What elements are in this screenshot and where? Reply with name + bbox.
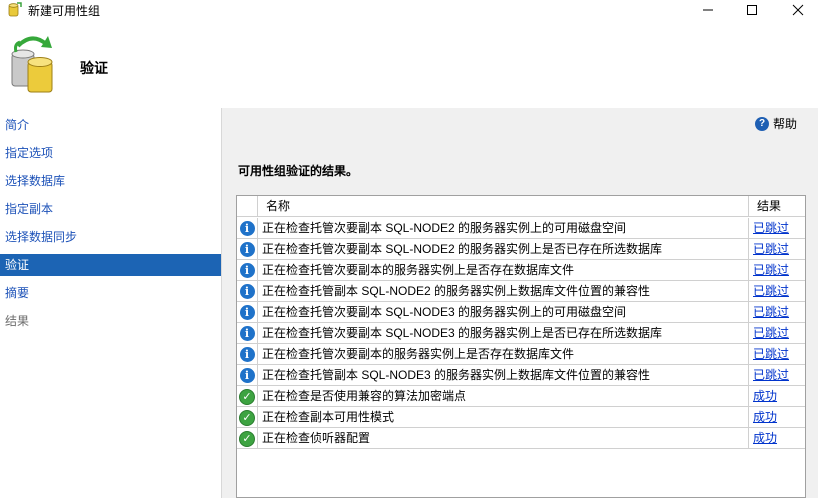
result-link[interactable]: 已跳过 xyxy=(753,305,789,319)
result-link[interactable]: 已跳过 xyxy=(753,284,789,298)
table-row[interactable]: ✓ 正在检查侦听器配置 成功 xyxy=(237,428,805,449)
success-check-icon: ✓ xyxy=(239,409,255,426)
result-link[interactable]: 已跳过 xyxy=(753,368,789,382)
info-cell: i xyxy=(237,281,258,302)
result-cell: 已跳过 xyxy=(750,239,805,260)
table-row[interactable]: ✓ 正在检查副本可用性模式 成功 xyxy=(237,407,805,428)
table-row[interactable]: i 正在检查托管次要副本 SQL-NODE3 的服务器实例上的可用磁盘空间 已跳… xyxy=(237,302,805,323)
result-link[interactable]: 已跳过 xyxy=(753,326,789,340)
result-cell: 已跳过 xyxy=(750,218,805,239)
nav-item-introduction[interactable]: 简介 xyxy=(0,114,221,136)
result-cell: 已跳过 xyxy=(750,302,805,323)
minimize-button[interactable] xyxy=(688,0,728,20)
info-icon: i xyxy=(239,221,255,236)
result-cell: 成功 xyxy=(750,407,805,428)
maximize-button[interactable] xyxy=(732,0,772,20)
help-icon: ? xyxy=(755,116,769,131)
success-cell: ✓ xyxy=(237,386,258,407)
success-check-icon: ✓ xyxy=(239,388,255,405)
check-name: 正在检查托管次要副本的服务器实例上是否存在数据库文件 xyxy=(259,260,749,281)
result-cell: 已跳过 xyxy=(750,260,805,281)
help-link[interactable]: ? 帮助 xyxy=(755,115,797,132)
info-cell: i xyxy=(237,344,258,365)
database-refresh-icon xyxy=(11,36,53,93)
info-icon: i xyxy=(239,242,255,257)
success-cell: ✓ xyxy=(237,407,258,428)
minimize-icon xyxy=(703,9,713,11)
result-link[interactable]: 成功 xyxy=(753,431,777,445)
content-pane: ? 帮助 可用性组验证的结果。 名称 结果 i 正在检查托管次要副本 SQL-N… xyxy=(222,108,818,498)
nav-item-specify-options[interactable]: 指定选项 xyxy=(0,142,221,164)
title-bar: 新建可用性组 xyxy=(0,0,818,20)
wizard-header: 验证 xyxy=(0,20,818,108)
success-cell: ✓ xyxy=(237,428,258,449)
check-name: 正在检查是否使用兼容的算法加密端点 xyxy=(259,386,749,407)
info-cell: i xyxy=(237,365,258,386)
nav-item-data-sync[interactable]: 选择数据同步 xyxy=(0,226,221,248)
success-check-icon: ✓ xyxy=(239,430,255,447)
close-icon xyxy=(792,4,804,16)
result-link[interactable]: 已跳过 xyxy=(753,263,789,277)
icon-column-header xyxy=(237,196,258,217)
info-icon: i xyxy=(239,347,255,362)
check-name: 正在检查托管次要副本 SQL-NODE2 的服务器实例上的可用磁盘空间 xyxy=(259,218,749,239)
nav-item-validation[interactable]: 验证 xyxy=(0,254,221,276)
validation-results-grid: 名称 结果 i 正在检查托管次要副本 SQL-NODE2 的服务器实例上的可用磁… xyxy=(236,195,806,498)
grid-header: 名称 结果 xyxy=(237,196,805,217)
name-column-header[interactable]: 名称 xyxy=(259,196,749,217)
check-name: 正在检查副本可用性模式 xyxy=(259,407,749,428)
info-cell: i xyxy=(237,260,258,281)
info-icon: i xyxy=(239,368,255,383)
table-row[interactable]: i 正在检查托管副本 SQL-NODE3 的服务器实例上数据库文件位置的兼容性 … xyxy=(237,365,805,386)
info-cell: i xyxy=(237,323,258,344)
check-name: 正在检查托管次要副本的服务器实例上是否存在数据库文件 xyxy=(259,344,749,365)
nav-item-specify-replicas[interactable]: 指定副本 xyxy=(0,198,221,220)
table-row[interactable]: i 正在检查托管次要副本 SQL-NODE2 的服务器实例上是否已存在所选数据库… xyxy=(237,239,805,260)
result-cell: 已跳过 xyxy=(750,281,805,302)
info-icon: i xyxy=(239,305,255,320)
page-title: 验证 xyxy=(80,60,108,76)
result-column-header[interactable]: 结果 xyxy=(750,196,805,217)
maximize-icon xyxy=(747,5,757,15)
nav-item-select-databases[interactable]: 选择数据库 xyxy=(0,170,221,192)
info-cell: i xyxy=(237,239,258,260)
result-link[interactable]: 已跳过 xyxy=(753,242,789,256)
app-database-icon xyxy=(8,2,22,17)
result-cell: 成功 xyxy=(750,428,805,449)
help-label: 帮助 xyxy=(773,117,798,131)
result-cell: 已跳过 xyxy=(750,344,805,365)
result-cell: 已跳过 xyxy=(750,323,805,344)
wizard-nav: 简介 指定选项 选择数据库 指定副本 选择数据同步 验证 摘要 结果 xyxy=(0,108,221,498)
info-icon: i xyxy=(239,263,255,278)
result-link[interactable]: 成功 xyxy=(753,389,777,403)
check-name: 正在检查托管次要副本 SQL-NODE2 的服务器实例上是否已存在所选数据库 xyxy=(259,239,749,260)
table-row[interactable]: i 正在检查托管副本 SQL-NODE2 的服务器实例上数据库文件位置的兼容性 … xyxy=(237,281,805,302)
check-name: 正在检查托管次要副本 SQL-NODE3 的服务器实例上是否已存在所选数据库 xyxy=(259,323,749,344)
close-button[interactable] xyxy=(778,0,818,20)
check-name: 正在检查托管副本 SQL-NODE2 的服务器实例上数据库文件位置的兼容性 xyxy=(259,281,749,302)
check-name: 正在检查侦听器配置 xyxy=(259,428,749,449)
result-cell: 已跳过 xyxy=(750,365,805,386)
result-cell: 成功 xyxy=(750,386,805,407)
window-title: 新建可用性组 xyxy=(28,4,101,18)
section-title: 可用性组验证的结果。 xyxy=(238,164,359,178)
result-link[interactable]: 已跳过 xyxy=(753,221,789,235)
check-name: 正在检查托管副本 SQL-NODE3 的服务器实例上数据库文件位置的兼容性 xyxy=(259,365,749,386)
info-cell: i xyxy=(237,302,258,323)
result-link[interactable]: 已跳过 xyxy=(753,347,789,361)
check-name: 正在检查托管次要副本 SQL-NODE3 的服务器实例上的可用磁盘空间 xyxy=(259,302,749,323)
info-icon: i xyxy=(239,284,255,299)
info-icon: i xyxy=(239,326,255,341)
table-row[interactable]: i 正在检查托管次要副本 SQL-NODE2 的服务器实例上的可用磁盘空间 已跳… xyxy=(237,218,805,239)
table-row[interactable]: ✓ 正在检查是否使用兼容的算法加密端点 成功 xyxy=(237,386,805,407)
info-cell: i xyxy=(237,218,258,239)
table-row[interactable]: i 正在检查托管次要副本的服务器实例上是否存在数据库文件 已跳过 xyxy=(237,260,805,281)
nav-item-summary[interactable]: 摘要 xyxy=(0,282,221,304)
table-row[interactable]: i 正在检查托管次要副本 SQL-NODE3 的服务器实例上是否已存在所选数据库… xyxy=(237,323,805,344)
table-row[interactable]: i 正在检查托管次要副本的服务器实例上是否存在数据库文件 已跳过 xyxy=(237,344,805,365)
nav-item-results: 结果 xyxy=(5,314,30,328)
result-link[interactable]: 成功 xyxy=(753,410,777,424)
